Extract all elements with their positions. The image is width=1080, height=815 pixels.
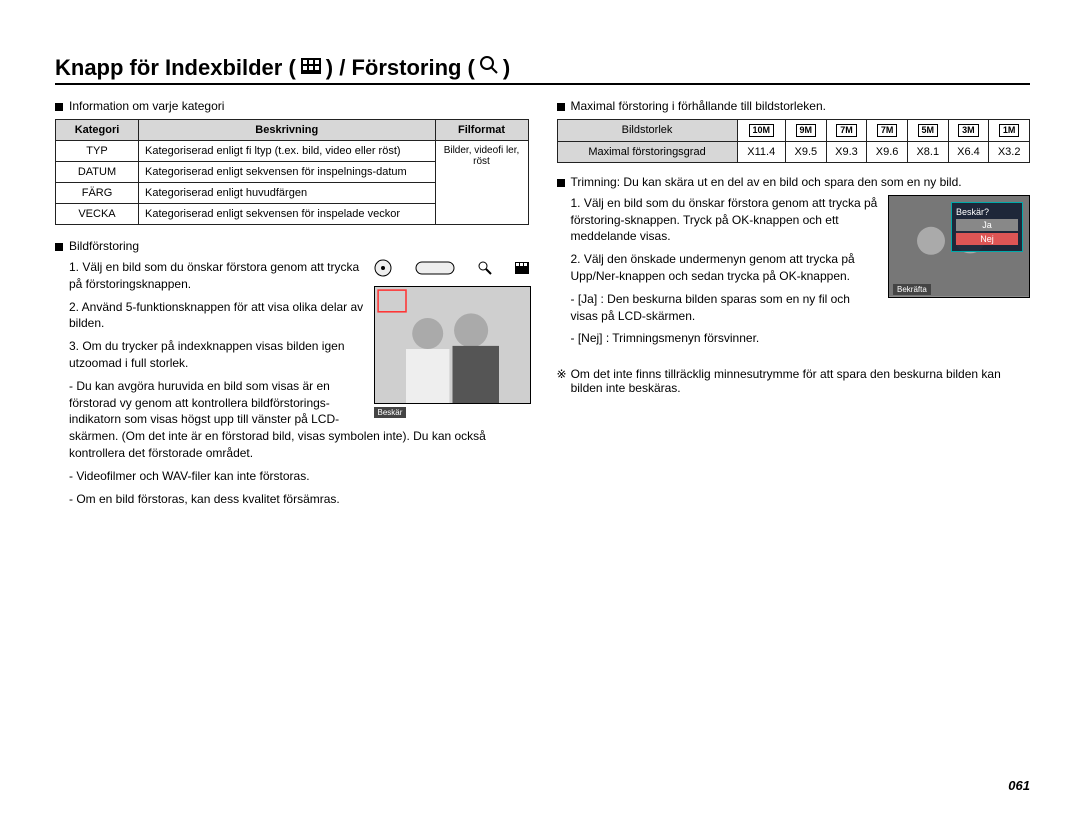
page-number: 061	[1008, 778, 1030, 793]
magnify-icon	[478, 261, 492, 278]
cell-vecka-d: Kategoriserad enligt sekvensen för inspe…	[139, 204, 436, 225]
memory-note: Om det inte finns tillräcklig minnesutry…	[571, 367, 1030, 395]
zoom-3: X9.6	[867, 141, 908, 162]
thumbnail-icon	[300, 55, 322, 81]
thumbnail-icon	[515, 262, 529, 277]
cell-datum-k: DATUM	[56, 162, 139, 183]
cell-vecka-k: VECKA	[56, 204, 139, 225]
category-table: Kategori Beskrivning Filformat TYP Kateg…	[55, 119, 529, 225]
trim-dialog: Beskär? Ja Nej	[951, 202, 1023, 252]
caption-beskar: Beskär	[374, 407, 407, 418]
right-column: Maximal förstoring i förhållande till bi…	[557, 99, 1031, 513]
dialog-ja: Ja	[956, 219, 1018, 231]
zoom-5: X6.4	[948, 141, 989, 162]
size-3: 7M	[877, 124, 898, 137]
zoom-1: X9.5	[785, 141, 826, 162]
dialog-nej: Nej	[956, 233, 1018, 245]
zoom-0: X11.4	[737, 141, 785, 162]
trim-dialog-photo: Beskär? Ja Nej Bekräfta	[888, 195, 1030, 298]
th-beskrivning: Beskrivning	[139, 120, 436, 141]
sample-photo	[374, 286, 531, 404]
size-0: 10M	[749, 124, 775, 137]
size-4: 5M	[918, 124, 939, 137]
title-pre: Knapp för Indexbilder (	[55, 55, 296, 81]
cell-datum-d: Kategoriserad enligt sekvensen för inspe…	[139, 162, 436, 183]
right-heading-1: Maximal förstoring i förhållande till bi…	[571, 99, 826, 113]
cell-typ-d: Kategoriserad enligt fi ltyp (t.ex. bild…	[139, 141, 436, 162]
size-1: 9M	[796, 124, 817, 137]
left-heading-2: Bildförstoring	[69, 239, 139, 253]
cell-farg-d: Kategoriserad enligt huvudfärgen	[139, 183, 436, 204]
substep-3: - Om en bild förstoras, kan dess kvalite…	[69, 491, 529, 508]
display-icon	[415, 259, 455, 280]
size-5: 3M	[958, 124, 979, 137]
title-post: )	[503, 55, 510, 81]
square-bullet-icon	[55, 103, 63, 111]
th-kategori: Kategori	[56, 120, 139, 141]
nav-pad-icon	[374, 259, 392, 280]
size-6: 1M	[999, 124, 1020, 137]
opt-nej: - [Nej] : Trimningsmenyn försvinner.	[571, 330, 1031, 347]
right-heading-2: Trimning: Du kan skära ut en del av en b…	[571, 175, 962, 189]
magnify-icon	[479, 55, 499, 81]
size-2: 7M	[836, 124, 857, 137]
cell-typ-k: TYP	[56, 141, 139, 162]
square-bullet-icon	[557, 103, 565, 111]
square-bullet-icon	[55, 243, 63, 251]
left-column: Information om varje kategori Kategori B…	[55, 99, 529, 513]
cell-farg-k: FÄRG	[56, 183, 139, 204]
dialog-ok: Bekräfta	[893, 284, 931, 295]
zoom-r1-label: Bildstorlek	[557, 120, 737, 142]
zoom-4: X8.1	[907, 141, 948, 162]
th-filformat: Filformat	[435, 120, 528, 141]
asterisk-icon: ※	[557, 367, 567, 395]
page-title: Knapp för Indexbilder ( ) / Förstoring (…	[55, 55, 1030, 85]
zoom-6: X3.2	[989, 141, 1030, 162]
zoom-r2-label: Maximal förstoringsgrad	[557, 141, 737, 162]
square-bullet-icon	[557, 179, 565, 187]
left-heading-1: Information om varje kategori	[69, 99, 224, 113]
title-mid: ) / Förstoring (	[326, 55, 475, 81]
page: Knapp för Indexbilder ( ) / Förstoring (…	[0, 0, 1080, 815]
zoom-2: X9.3	[826, 141, 867, 162]
zoom-table: Bildstorlek 10M 9M 7M 7M 5M 3M 1M Maxima…	[557, 119, 1031, 163]
dialog-question: Beskär?	[956, 207, 1018, 217]
cell-format: Bilder, videofi ler, röst	[435, 141, 528, 225]
enlarge-illustration: Beskär	[374, 259, 529, 418]
substep-2: - Videofilmer och WAV-filer kan inte för…	[69, 468, 529, 485]
